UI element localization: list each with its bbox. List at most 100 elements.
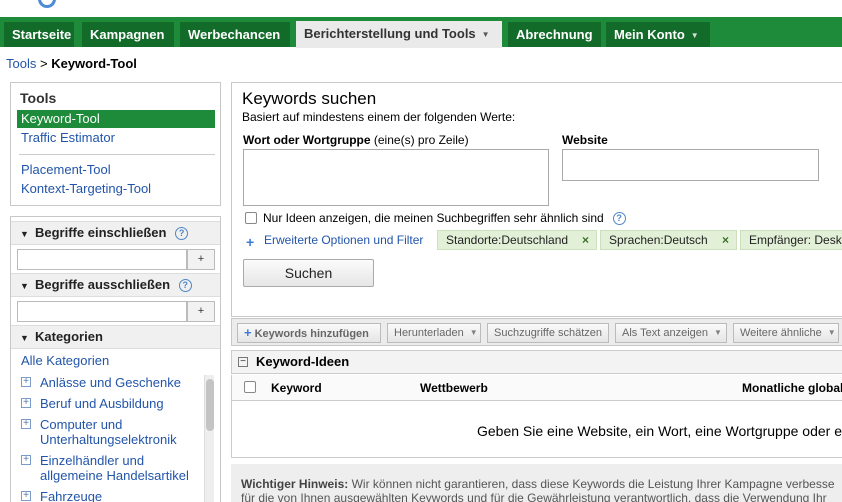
tool-item-placement-tool[interactable]: Placement-Tool (17, 161, 215, 179)
keyword-ideas-header[interactable]: − Keyword-Ideen (231, 350, 842, 374)
words-textarea[interactable] (243, 149, 549, 206)
page-title: Keywords suchen (242, 89, 377, 108)
more-similar-button[interactable]: Weitere ähnliche ▼ (733, 323, 839, 343)
results-table-header: Keyword Wettbewerb Monatliche globale (231, 375, 842, 401)
main-navigation: Startseite Kampagnen Werbechancen Berich… (0, 17, 842, 48)
category-item[interactable]: + Anlässe und Geschenke (21, 375, 201, 390)
column-header-monthly-global[interactable]: Monatliche globale (742, 381, 842, 395)
tab-label: Abrechnung (516, 27, 593, 42)
more-similar-label: Weitere ähnliche (740, 327, 822, 339)
plus-box-icon[interactable]: + (21, 455, 31, 465)
triangle-down-icon: ▼ (20, 229, 29, 239)
include-terms-input[interactable] (17, 249, 187, 270)
select-all-checkbox[interactable] (244, 381, 256, 393)
exclude-terms-header[interactable]: ▼ Begriffe ausschließen ? (11, 273, 220, 297)
plus-icon[interactable]: + (246, 234, 254, 250)
words-label: Wort oder Wortgruppe (eine(s) pro Zeile) (243, 133, 469, 147)
help-circle-icon[interactable]: ? (175, 227, 189, 241)
advanced-options-link[interactable]: Erweiterte Optionen und Filter (264, 233, 423, 247)
tab-berichterstellung-und-tools[interactable]: Berichterstellung und Tools ▼ (296, 21, 502, 48)
chevron-down-icon: ▼ (827, 328, 836, 338)
words-label-text: Wort oder Wortgruppe (243, 133, 371, 147)
logo-fragment-icon (38, 0, 56, 8)
category-label: Einzelhändler und allgemeine Handelsarti… (40, 453, 189, 483)
notice-text-1: Wir können nicht garantieren, dass diese… (351, 477, 835, 491)
chip-remove-icon[interactable]: × (722, 233, 729, 247)
download-button[interactable]: Herunterladen ▼ (387, 323, 481, 343)
tool-item-kontext-targeting-tool[interactable]: Kontext-Targeting-Tool (17, 180, 215, 198)
include-terms-header[interactable]: ▼ Begriffe einschließen ? (11, 221, 220, 245)
filter-chip-devices: Empfänger: Desk (740, 230, 842, 250)
column-header-keyword[interactable]: Keyword (271, 381, 322, 395)
chevron-down-icon: ▼ (714, 328, 722, 338)
website-input[interactable] (562, 149, 819, 181)
tool-item-keyword-tool[interactable]: Keyword-Tool (17, 110, 215, 128)
chip-label: Sprachen:Deutsch (609, 233, 708, 247)
include-terms-label: Begriffe einschließen (35, 225, 167, 240)
help-circle-icon[interactable]: ? (612, 212, 626, 226)
estimate-label: Suchzugriffe schätzen (494, 327, 603, 339)
tab-kampagnen[interactable]: Kampagnen (82, 22, 174, 47)
add-keywords-button[interactable]: + Keywords hinzufügen (237, 323, 381, 343)
breadcrumb: Tools > Keyword-Tool (6, 56, 137, 71)
column-header-competition[interactable]: Wettbewerb (420, 381, 488, 395)
tab-label: Mein Konto (614, 27, 685, 42)
tab-mein-konto[interactable]: Mein Konto ▼ (606, 22, 710, 47)
divider (19, 154, 215, 155)
estimate-traffic-button[interactable]: Suchzugriffe schätzen (487, 323, 609, 343)
similar-only-text: Nur Ideen anzeigen, die meinen Suchbegri… (263, 211, 604, 225)
chevron-down-icon: ▼ (469, 328, 478, 338)
plus-icon: + (244, 325, 252, 340)
tools-title: Tools (20, 90, 57, 106)
plus-box-icon[interactable]: + (21, 491, 31, 501)
view-as-text-button[interactable]: Als Text anzeigen ▼ (615, 323, 727, 343)
category-item[interactable]: + Beruf und Ausbildung (21, 396, 201, 411)
help-circle-icon[interactable]: ? (178, 279, 192, 293)
tab-label: Werbechancen (188, 27, 281, 42)
tab-label: Kampagnen (90, 27, 165, 42)
notice-label: Wichtiger Hinweis: (241, 477, 349, 491)
chevron-down-icon: ▼ (690, 31, 699, 41)
include-terms-add-button[interactable]: + (187, 249, 215, 270)
category-all-link[interactable]: Alle Kategorien (21, 353, 109, 368)
exclude-terms-add-button[interactable]: + (187, 301, 215, 322)
results-empty-state: Geben Sie eine Website, ein Wort, eine W… (231, 401, 842, 458)
tab-label: Startseite (12, 27, 72, 42)
website-label-text: Website (562, 133, 608, 147)
view-as-text-label: Als Text anzeigen (622, 327, 709, 339)
website-label: Website (562, 133, 608, 147)
tab-startseite[interactable]: Startseite (4, 22, 74, 47)
plus-box-icon[interactable]: + (21, 398, 31, 408)
tab-werbechancen[interactable]: Werbechancen (180, 22, 290, 47)
filter-chip-location: Standorte:Deutschland (437, 230, 597, 250)
search-button[interactable]: Suchen (243, 259, 374, 287)
category-item[interactable]: + Fahrzeuge (21, 489, 201, 502)
chevron-down-icon: ▼ (481, 30, 490, 40)
tab-label: Berichterstellung und Tools (304, 26, 476, 41)
notice-line-1: Wichtiger Hinweis: Wir können nicht gara… (241, 477, 835, 491)
tool-item-traffic-estimator[interactable]: Traffic Estimator (17, 129, 215, 147)
category-item[interactable]: + Computer und Unterhaltungselektronik (21, 417, 193, 447)
exclude-terms-input[interactable] (17, 301, 187, 322)
chip-label: Standorte:Deutschland (446, 233, 569, 247)
triangle-down-icon: ▼ (20, 333, 29, 343)
category-label: Beruf und Ausbildung (40, 396, 164, 411)
breadcrumb-separator: > (39, 56, 48, 71)
plus-box-icon[interactable]: + (21, 377, 31, 387)
filters-panel: ▼ Begriffe einschließen ? + ▼ Begriffe a… (10, 216, 221, 502)
important-notice: Wichtiger Hinweis: Wir können nicht gara… (231, 464, 842, 502)
chip-remove-icon[interactable]: × (582, 233, 589, 247)
plus-box-icon[interactable]: + (21, 419, 31, 429)
similar-only-checkbox[interactable] (245, 212, 257, 224)
similar-only-label: Nur Ideen anzeigen, die meinen Suchbegri… (263, 211, 626, 226)
keyword-ideas-title: Keyword-Ideen (256, 354, 350, 369)
tab-abrechnung[interactable]: Abrechnung (508, 22, 601, 47)
categories-header[interactable]: ▼ Kategorien (11, 325, 220, 349)
search-subtitle: Basiert auf mindestens einem der folgend… (242, 110, 516, 124)
breadcrumb-link-tools[interactable]: Tools (6, 56, 36, 71)
scrollbar-thumb[interactable] (206, 379, 214, 431)
filter-chip-language: Sprachen:Deutsch (600, 230, 737, 250)
category-item[interactable]: + Einzelhändler und allgemeine Handelsar… (21, 453, 193, 483)
categories-scrollbar[interactable] (204, 375, 214, 502)
minus-box-icon[interactable]: − (238, 357, 248, 367)
